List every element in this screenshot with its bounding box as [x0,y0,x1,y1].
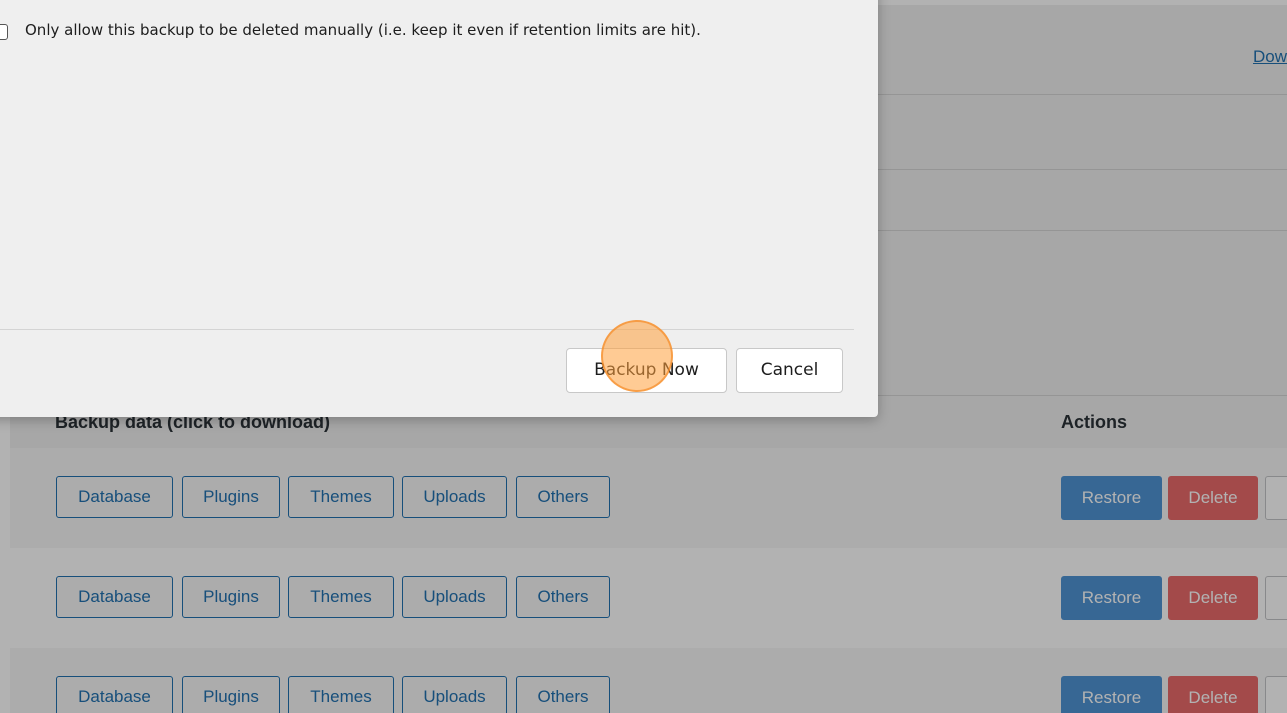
retain-manually-label: Only allow this backup to be deleted man… [25,21,701,39]
dialog-divider [0,329,854,330]
cancel-button[interactable]: Cancel [736,348,843,393]
retain-manually-checkbox[interactable] [0,24,8,40]
backup-now-dialog: Only allow this backup to be deleted man… [0,0,878,417]
screen: Download Backup data (click to download)… [0,0,1287,713]
backup-now-button[interactable]: Backup Now [566,348,727,393]
